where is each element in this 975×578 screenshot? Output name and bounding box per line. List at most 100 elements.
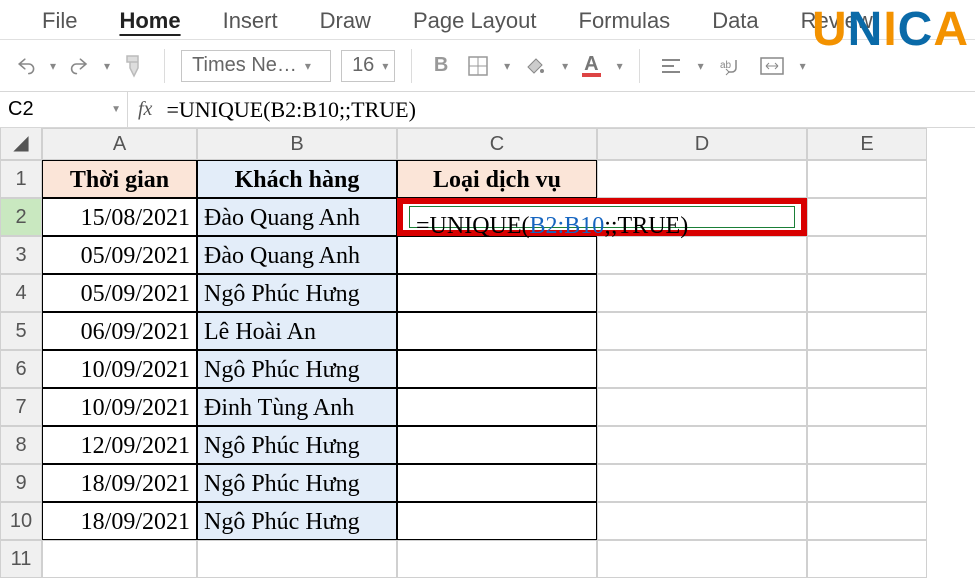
tab-file[interactable]: File [38,6,81,39]
cell[interactable]: Đinh Tùng Anh [197,388,397,426]
select-all-corner[interactable]: ◢ [0,128,42,160]
chevron-down-icon[interactable]: ▾ [562,59,568,73]
cell[interactable] [397,388,597,426]
cell[interactable] [807,350,927,388]
fx-label[interactable]: fx [128,98,162,121]
cell[interactable] [397,236,597,274]
chevron-down-icon[interactable]: ▾ [104,59,110,73]
cell[interactable] [597,350,807,388]
redo-icon[interactable] [66,51,98,81]
cell[interactable] [807,464,927,502]
cell[interactable]: Lê Hoài An [197,312,397,350]
tab-home[interactable]: Home [115,6,184,39]
cell[interactable]: 05/09/2021 [42,236,197,274]
cell[interactable] [597,464,807,502]
cell[interactable] [807,160,927,198]
row-header[interactable]: 11 [0,540,42,578]
cell[interactable] [597,274,807,312]
cell[interactable] [197,540,397,578]
cell[interactable] [397,274,597,312]
format-painter-icon[interactable] [120,51,148,81]
undo-icon[interactable] [12,51,44,81]
row-header[interactable]: 3 [0,236,42,274]
cell[interactable] [807,198,927,236]
cell[interactable] [807,540,927,578]
font-color-icon[interactable]: A [578,51,604,81]
row-header[interactable]: 5 [0,312,42,350]
col-header-e[interactable]: E [807,128,927,160]
tab-draw[interactable]: Draw [316,6,375,39]
wrap-text-icon[interactable]: ab [714,51,746,81]
col-header-d[interactable]: D [597,128,807,160]
font-size-select[interactable]: 16 ▾ [341,50,395,82]
cell[interactable]: 18/09/2021 [42,502,197,540]
fill-color-icon[interactable] [520,51,550,81]
col-header-b[interactable]: B [197,128,397,160]
active-cell-c2[interactable]: =UNIQUE(B2:B10;;TRUE) [397,198,807,236]
cell[interactable] [807,388,927,426]
cell[interactable] [597,312,807,350]
cell[interactable]: Đào Quang Anh [197,236,397,274]
cell[interactable]: 12/09/2021 [42,426,197,464]
formula-input[interactable]: =UNIQUE(B2:B10;;TRUE) [162,97,416,123]
tab-page-layout[interactable]: Page Layout [409,6,541,39]
cell[interactable] [397,426,597,464]
cell[interactable] [397,312,597,350]
cell[interactable] [42,540,197,578]
cell[interactable] [397,540,597,578]
cell[interactable]: Đào Quang Anh [197,198,397,236]
font-family-select[interactable]: Times Ne… ▾ [181,50,331,82]
cell[interactable] [807,426,927,464]
cell[interactable] [807,312,927,350]
cell[interactable]: 05/09/2021 [42,274,197,312]
cell[interactable]: 10/09/2021 [42,350,197,388]
row-header[interactable]: 2 [0,198,42,236]
chevron-down-icon[interactable]: ▾ [50,59,56,73]
tab-formulas[interactable]: Formulas [575,6,675,39]
merge-icon[interactable] [756,51,788,81]
name-box[interactable]: C2 ▼ [0,92,128,127]
header-cell-B1[interactable]: Khách hàng [197,160,397,198]
row-header[interactable]: 9 [0,464,42,502]
tab-data[interactable]: Data [708,6,762,39]
cell[interactable]: Ngô Phúc Hưng [197,274,397,312]
col-header-a[interactable]: A [42,128,197,160]
align-left-icon[interactable] [656,51,686,81]
cell[interactable] [807,502,927,540]
row-header[interactable]: 1 [0,160,42,198]
cell[interactable]: Ngô Phúc Hưng [197,502,397,540]
tab-insert[interactable]: Insert [219,6,282,39]
cell[interactable]: Ngô Phúc Hưng [197,426,397,464]
chevron-down-icon[interactable]: ▾ [800,59,806,73]
borders-icon[interactable] [464,51,492,81]
cell[interactable] [597,388,807,426]
chevron-down-icon[interactable]: ▾ [504,59,510,73]
cell[interactable] [807,236,927,274]
cell[interactable] [397,502,597,540]
cell[interactable] [597,540,807,578]
cell[interactable]: 06/09/2021 [42,312,197,350]
cell[interactable] [597,160,807,198]
col-header-c[interactable]: C [397,128,597,160]
cell[interactable] [807,274,927,312]
cell[interactable]: Ngô Phúc Hưng [197,350,397,388]
cell[interactable]: Ngô Phúc Hưng [197,464,397,502]
chevron-down-icon[interactable]: ▾ [617,59,623,73]
cell[interactable] [397,350,597,388]
header-cell-A1[interactable]: Thời gian [42,160,197,198]
row-header[interactable]: 10 [0,502,42,540]
cell[interactable] [397,464,597,502]
cell[interactable] [597,502,807,540]
cell[interactable]: 15/08/2021 [42,198,197,236]
cell[interactable]: 18/09/2021 [42,464,197,502]
row-header[interactable]: 6 [0,350,42,388]
cell[interactable] [597,426,807,464]
header-cell-C1[interactable]: Loại dịch vụ [397,160,597,198]
spreadsheet-grid[interactable]: ◢ A B C D E 1 Thời gian Khách hàng Loại … [0,128,975,578]
row-header[interactable]: 7 [0,388,42,426]
bold-icon[interactable]: B [428,51,454,81]
cell[interactable]: 10/09/2021 [42,388,197,426]
cell[interactable] [597,236,807,274]
chevron-down-icon[interactable]: ▾ [698,59,704,73]
row-header[interactable]: 8 [0,426,42,464]
